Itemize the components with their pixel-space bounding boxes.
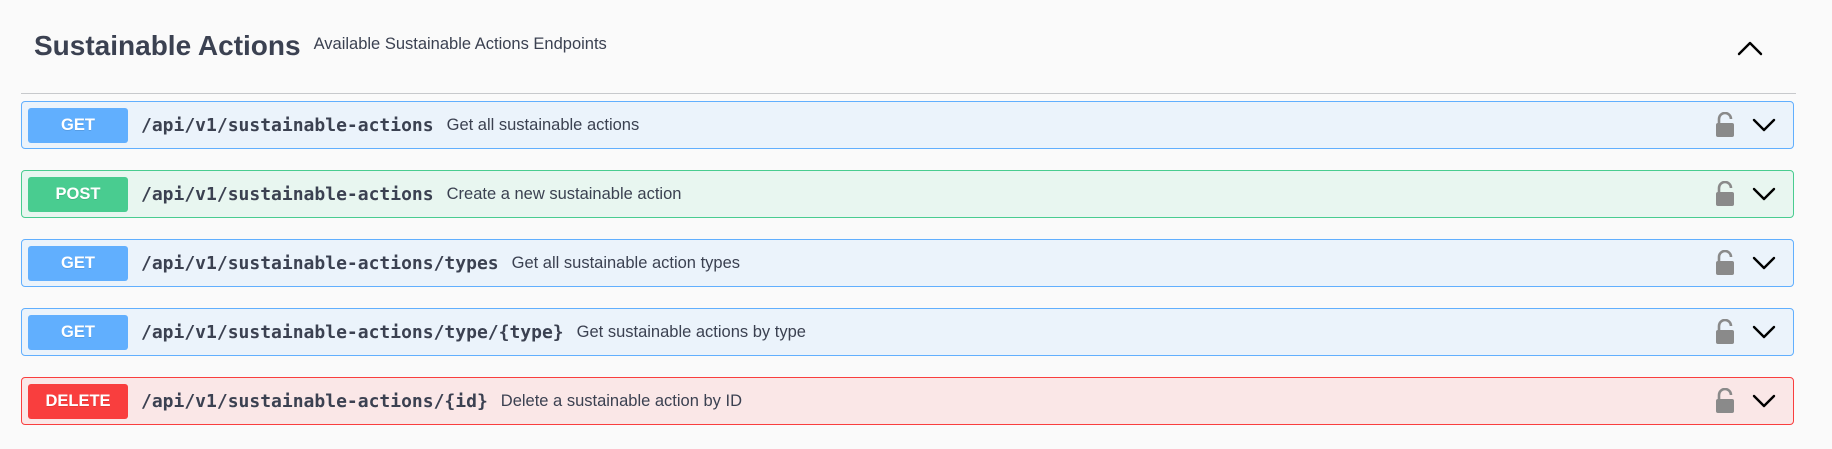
method-badge: GET (28, 314, 128, 350)
unlocked-lock-icon[interactable] (1714, 319, 1736, 345)
method-badge: GET (28, 245, 128, 281)
tag-section-header[interactable]: Sustainable Actions Available Sustainabl… (21, 0, 1796, 94)
chevron-down-icon[interactable] (1752, 116, 1776, 134)
endpoint-summary: Get all sustainable actions (446, 115, 640, 134)
endpoint-path: /api/v1/sustainable-actions (141, 114, 434, 136)
section-title: Sustainable Actions (34, 29, 301, 61)
endpoint-summary: Get sustainable actions by type (576, 322, 806, 341)
endpoint-summary: Delete a sustainable action by ID (500, 391, 743, 410)
endpoint-summary: Get all sustainable action types (511, 253, 741, 272)
chevron-down-icon[interactable] (1752, 392, 1776, 410)
method-badge: GET (28, 107, 128, 143)
operation-post-sustainable-actions[interactable]: POST /api/v1/sustainable-actions Create … (21, 170, 1794, 218)
tag-section: Sustainable Actions Available Sustainabl… (21, 0, 1796, 425)
chevron-down-icon[interactable] (1752, 254, 1776, 272)
section-description: Available Sustainable Actions Endpoints (313, 35, 607, 53)
operation-get-sustainable-actions[interactable]: GET /api/v1/sustainable-actions Get all … (21, 101, 1794, 149)
unlocked-lock-icon[interactable] (1714, 112, 1736, 138)
endpoint-path: /api/v1/sustainable-actions/type/{type} (141, 321, 564, 343)
operation-get-sustainable-actions-by-type[interactable]: GET /api/v1/sustainable-actions/type/{ty… (21, 308, 1794, 356)
endpoint-path: /api/v1/sustainable-actions/types (141, 252, 499, 274)
method-badge: POST (28, 176, 128, 212)
method-badge: DELETE (28, 383, 128, 419)
endpoint-summary: Create a new sustainable action (446, 184, 682, 203)
chevron-up-icon[interactable] (1736, 38, 1764, 58)
chevron-down-icon[interactable] (1752, 185, 1776, 203)
unlocked-lock-icon[interactable] (1714, 250, 1736, 276)
unlocked-lock-icon[interactable] (1714, 181, 1736, 207)
chevron-down-icon[interactable] (1752, 323, 1776, 341)
operation-delete-sustainable-action[interactable]: DELETE /api/v1/sustainable-actions/{id} … (21, 377, 1794, 425)
endpoint-path: /api/v1/sustainable-actions/{id} (141, 390, 488, 412)
operation-get-sustainable-action-types[interactable]: GET /api/v1/sustainable-actions/types Ge… (21, 239, 1794, 287)
endpoint-path: /api/v1/sustainable-actions (141, 183, 434, 205)
unlocked-lock-icon[interactable] (1714, 388, 1736, 414)
